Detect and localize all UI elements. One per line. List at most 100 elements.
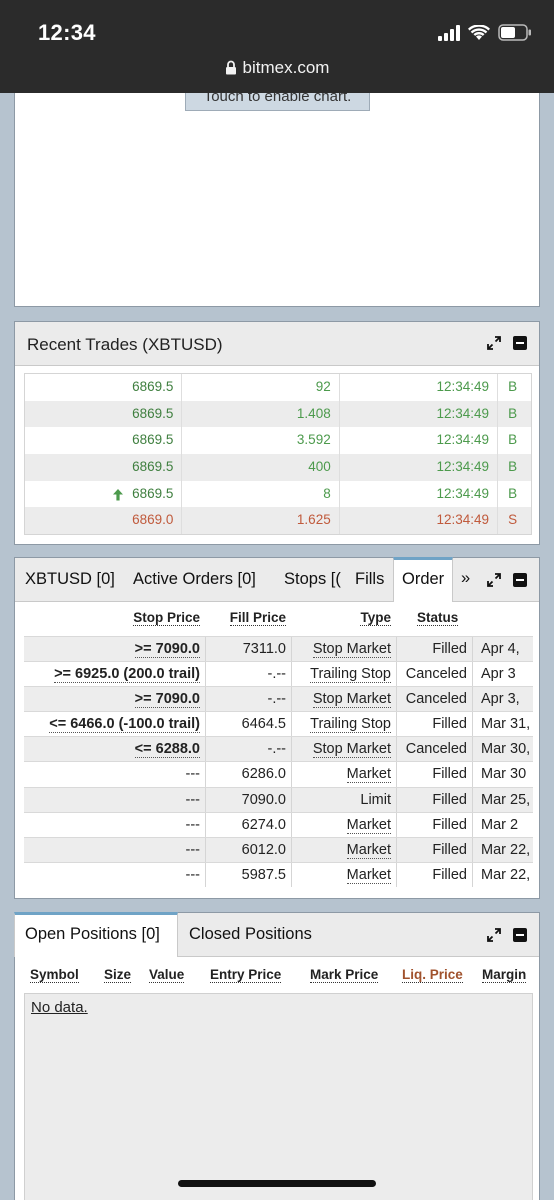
- col-liq-price[interactable]: Liq. Price: [402, 967, 482, 983]
- col-stop-price[interactable]: Stop Price: [24, 610, 206, 636]
- date-cell: Apr 3,: [481, 691, 520, 708]
- date-cell: Mar 30,: [481, 741, 531, 758]
- arrow-up-icon: [113, 488, 123, 501]
- type-cell: Market: [292, 837, 397, 862]
- trade-side: B: [508, 379, 518, 394]
- orders-panel: XBTUSD [0] Active Orders [0] Stops [( Fi…: [14, 557, 540, 899]
- expand-icon[interactable]: [487, 573, 501, 587]
- date-cell: Mar 2: [481, 816, 519, 833]
- tab-open-positions[interactable]: Open Positions [0]: [14, 912, 178, 957]
- expand-icon[interactable]: [487, 928, 501, 942]
- type-cell: Stop Market: [292, 737, 397, 762]
- expand-icon[interactable]: [487, 336, 501, 350]
- tab-fills[interactable]: Fills: [355, 570, 384, 589]
- tab-stops[interactable]: Stops [(: [284, 570, 345, 589]
- trade-time: 12:34:49: [340, 480, 499, 508]
- fill-price-cell: -.--: [206, 737, 292, 762]
- col-margin[interactable]: Margin: [482, 967, 532, 983]
- orders-table: Stop Price Fill Price Type Status >= 709…: [24, 610, 533, 887]
- trade-size: 1.408: [182, 400, 340, 428]
- fill-price-cell: -.--: [206, 662, 292, 687]
- trade-row: 6869.5 3.592 12:34:49 B: [25, 427, 531, 455]
- type-cell: Stop Market: [292, 637, 397, 662]
- table-row: <= 6466.0 (-100.0 trail) 6464.5 Trailing…: [24, 711, 533, 737]
- battery-icon: [498, 24, 531, 41]
- more-tabs-icon[interactable]: »: [461, 569, 470, 588]
- col-fill-price[interactable]: Fill Price: [206, 610, 292, 636]
- trade-price: 6869.5: [132, 485, 174, 501]
- type-cell: Limit: [292, 787, 397, 812]
- system-icons: [438, 24, 532, 41]
- status-cell: Filled: [397, 762, 473, 787]
- type-cell: Market: [292, 862, 397, 887]
- date-cell: Mar 25,: [481, 791, 531, 808]
- trade-time: 12:34:49: [340, 427, 499, 455]
- trade-row: 6869.5 1.408 12:34:49 B: [25, 400, 531, 428]
- status-cell: Canceled: [397, 687, 473, 712]
- trade-price-cell: 6869.5: [25, 480, 183, 508]
- table-row: --- 7090.0 Limit Filled Mar 25,: [24, 786, 533, 812]
- fill-price-cell: 6286.0: [206, 762, 292, 787]
- trade-row: 6869.5 92 12:34:49 B: [25, 374, 531, 401]
- minimize-icon[interactable]: [513, 336, 527, 350]
- positions-tabs: Open Positions [0] Closed Positions: [14, 912, 539, 957]
- date-cell: Apr 3: [481, 666, 516, 683]
- fill-price-cell: 6274.0: [206, 812, 292, 837]
- table-row: --- 5987.5 Market Filled Mar 22,: [24, 861, 533, 887]
- stop-price-cell: >= 7090.0: [24, 637, 206, 662]
- table-row: >= 6925.0 (200.0 trail) -.-- Trailing St…: [24, 661, 533, 687]
- trade-size: 3.592: [182, 427, 340, 455]
- col-value[interactable]: Value: [149, 967, 210, 983]
- stop-price-cell: ---: [24, 862, 206, 887]
- col-status[interactable]: Status: [397, 610, 473, 636]
- stop-price-cell: ---: [24, 762, 206, 787]
- trade-time: 12:34:49: [340, 374, 499, 401]
- tab-order-history[interactable]: Order: [393, 557, 453, 602]
- fill-price-cell: -.--: [206, 687, 292, 712]
- url-text: bitmex.com: [242, 58, 330, 77]
- fill-price-cell: 6012.0: [206, 837, 292, 862]
- recent-trades-panel: Recent Trades (XBTUSD) 6869.5 92 12:34:4…: [14, 321, 540, 545]
- trade-price: 6869.5: [25, 454, 183, 481]
- status-cell: Canceled: [397, 737, 473, 762]
- stop-price-cell: >= 7090.0: [24, 687, 206, 712]
- status-cell: Filled: [397, 787, 473, 812]
- col-entry-price[interactable]: Entry Price: [210, 967, 310, 983]
- trade-price: 6869.5: [25, 400, 183, 428]
- minimize-icon[interactable]: [513, 928, 527, 942]
- recent-trades-title: Recent Trades (XBTUSD): [27, 335, 223, 354]
- col-size[interactable]: Size: [104, 967, 149, 983]
- panel-controls: [487, 573, 527, 587]
- trade-size: 400: [182, 454, 340, 481]
- orders-tabs: XBTUSD [0] Active Orders [0] Stops [( Fi…: [15, 557, 539, 602]
- enable-chart-label: Touch to enable chart.: [203, 93, 352, 105]
- positions-body: No data.: [24, 993, 533, 1200]
- table-row: >= 7090.0 -.-- Stop Market Canceled Apr …: [24, 686, 533, 712]
- table-row: >= 7090.0 7311.0 Stop Market Filled Apr …: [24, 636, 533, 662]
- tab-active-orders[interactable]: Active Orders [0]: [133, 570, 256, 589]
- type-cell: Stop Market: [292, 687, 397, 712]
- col-symbol[interactable]: Symbol: [24, 967, 104, 983]
- home-indicator[interactable]: [178, 1180, 376, 1187]
- date-cell: Mar 22,: [481, 841, 531, 858]
- tab-xbtusd[interactable]: XBTUSD [0]: [25, 570, 115, 589]
- status-cell: Filled: [397, 637, 473, 662]
- type-cell: Market: [292, 812, 397, 837]
- trade-side: B: [508, 459, 518, 475]
- fill-price-cell: 5987.5: [206, 862, 292, 887]
- col-type[interactable]: Type: [292, 610, 397, 636]
- fill-price-cell: 7090.0: [206, 787, 292, 812]
- trade-size: 92: [182, 374, 340, 401]
- trade-row: 6869.5 400 12:34:49 B: [25, 454, 531, 481]
- orders-header-row: Stop Price Fill Price Type Status: [24, 610, 533, 636]
- trade-time: 12:34:49: [340, 507, 499, 535]
- minimize-icon[interactable]: [513, 573, 527, 587]
- trade-row: 6869.0 1.625 12:34:49 S: [25, 507, 531, 535]
- enable-chart-button[interactable]: Touch to enable chart.: [185, 93, 370, 111]
- url-bar[interactable]: bitmex.com: [0, 58, 554, 78]
- trade-time: 12:34:49: [340, 400, 499, 428]
- col-mark-price[interactable]: Mark Price: [310, 967, 402, 983]
- tab-closed-positions[interactable]: Closed Positions: [189, 925, 312, 944]
- positions-panel: Open Positions [0] Closed Positions Symb…: [14, 912, 540, 1200]
- status-cell: Filled: [397, 837, 473, 862]
